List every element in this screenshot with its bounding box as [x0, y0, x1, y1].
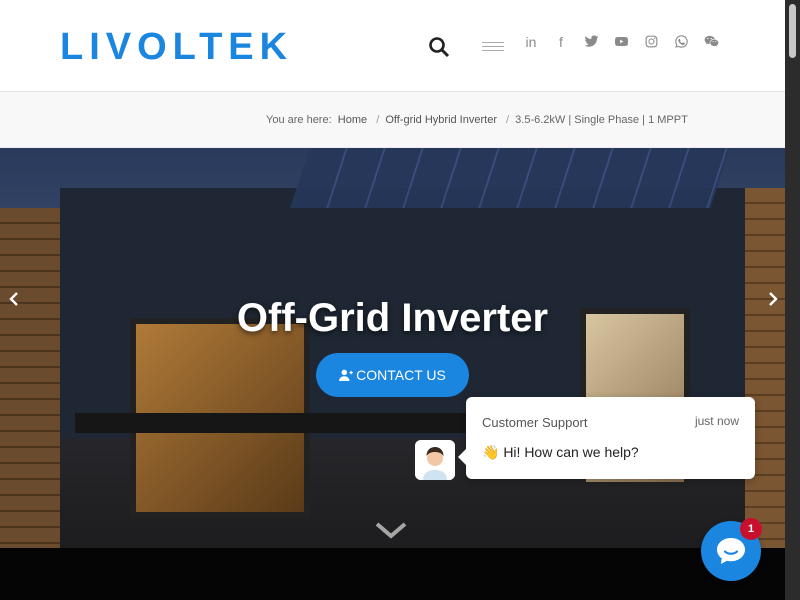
support-agent-avatar[interactable]	[415, 440, 455, 480]
breadcrumb: You are here: Home / Off-grid Hybrid Inv…	[266, 114, 688, 126]
chat-bubble-icon	[717, 538, 745, 564]
hero-slider: Off-Grid Inverter CONTACT US	[0, 148, 785, 548]
wechat-icon[interactable]	[696, 32, 726, 52]
linkedin-icon[interactable]: in	[516, 32, 546, 52]
breadcrumb-current: 3.5-6.2kW | Single Phase | 1 MPPT	[515, 114, 688, 126]
hero-title: Off-Grid Inverter	[236, 296, 549, 340]
livoltek-logo[interactable]: LIVOLTEK	[60, 26, 310, 66]
social-links: in f	[516, 32, 726, 52]
breadcrumb-prefix: You are here:	[266, 114, 332, 126]
slider-prev-arrow-icon[interactable]	[4, 288, 24, 310]
next-section-dark	[0, 548, 785, 600]
chat-timestamp: just now	[694, 414, 739, 428]
breadcrumb-separator: /	[506, 114, 510, 126]
twitter-icon[interactable]	[576, 32, 606, 52]
add-user-icon	[339, 369, 353, 381]
contact-us-button[interactable]: CONTACT US	[316, 353, 469, 397]
facebook-icon[interactable]: f	[546, 32, 576, 52]
chevron-down-icon[interactable]	[373, 518, 409, 542]
hero-stone-wall-left	[0, 208, 60, 548]
hero-solar-panels-image	[290, 148, 730, 208]
breadcrumb-home[interactable]: Home	[338, 114, 367, 126]
slider-next-arrow-icon[interactable]	[763, 288, 783, 310]
chat-greeting-popup[interactable]: Customer Support just now 👋 Hi! How can …	[458, 397, 755, 479]
breadcrumb-bar: You are here: Home / Off-grid Hybrid Inv…	[0, 92, 785, 148]
whatsapp-icon[interactable]	[666, 32, 696, 52]
chat-unread-badge: 1	[740, 518, 762, 540]
scrollbar-track[interactable]	[785, 0, 800, 600]
page: LIVOLTEK in f You are here: Home / Off-g…	[0, 0, 800, 600]
chat-message: 👋 Hi! How can we help?	[482, 444, 639, 460]
hamburger-menu-icon[interactable]	[482, 42, 504, 54]
scrollbar-thumb[interactable]	[789, 4, 796, 58]
breadcrumb-category[interactable]: Off-grid Hybrid Inverter	[385, 114, 497, 126]
site-header: LIVOLTEK in f	[0, 0, 785, 92]
instagram-icon[interactable]	[636, 32, 666, 52]
hero-stone-wall-right	[745, 188, 785, 548]
contact-us-label: CONTACT US	[356, 367, 446, 383]
svg-text:LIVOLTEK: LIVOLTEK	[60, 26, 293, 66]
breadcrumb-separator: /	[376, 114, 380, 126]
search-icon[interactable]	[428, 36, 450, 58]
youtube-icon[interactable]	[606, 32, 636, 52]
chat-agent-name: Customer Support	[482, 415, 588, 430]
